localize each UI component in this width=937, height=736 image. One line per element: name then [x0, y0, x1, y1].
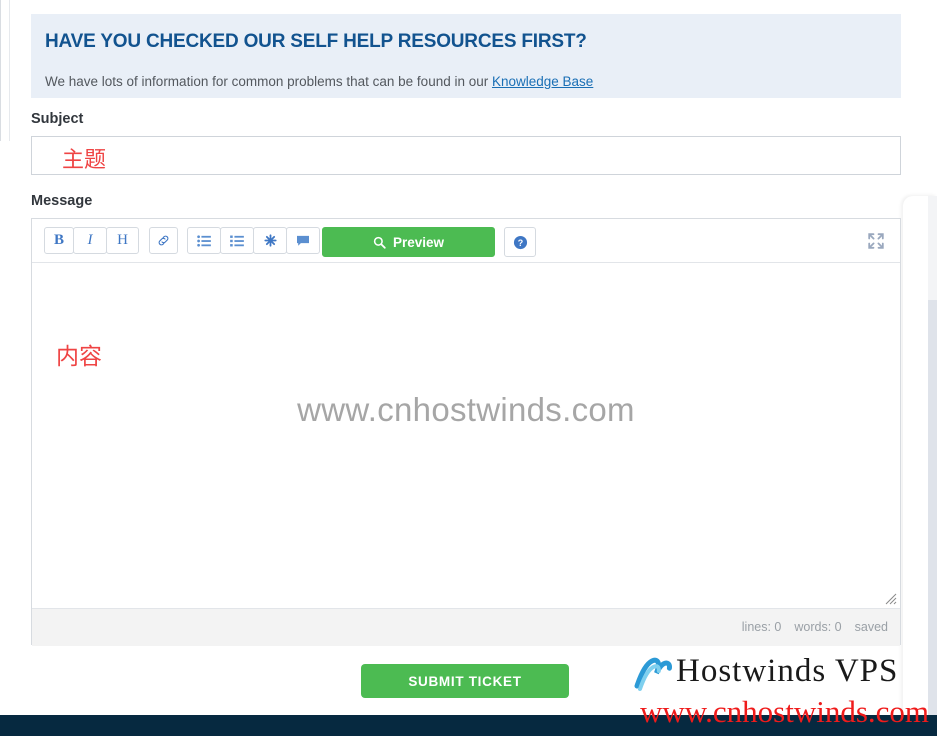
subject-annotation: 主题 — [62, 148, 107, 173]
preview-button[interactable]: Preview — [322, 227, 495, 257]
insert-group — [187, 227, 320, 254]
preview-label: Preview — [392, 234, 445, 250]
ordered-list-icon — [230, 235, 244, 246]
link-button[interactable] — [149, 227, 178, 254]
words-count: words: 0 — [794, 620, 842, 634]
text-style-group: B I H — [44, 227, 139, 254]
italic-button[interactable]: I — [73, 227, 107, 254]
svg-text:?: ? — [517, 237, 522, 247]
subject-input[interactable] — [31, 136, 901, 175]
textarea-resize-handle[interactable] — [884, 592, 897, 605]
banner-title: HAVE YOU CHECKED OUR SELF HELP RESOURCES… — [45, 31, 587, 52]
bold-button[interactable]: B — [44, 227, 74, 254]
subject-label: Subject — [31, 111, 84, 127]
search-icon — [373, 236, 386, 249]
left-panel-edge-inner — [9, 0, 10, 141]
link-group — [149, 227, 178, 254]
submit-ticket-button[interactable]: SUBMIT TICKET — [361, 664, 569, 698]
message-textarea[interactable]: 内容 www.cnhostwinds.com — [32, 263, 900, 608]
help-button[interactable]: ? — [504, 227, 536, 257]
page-footer — [0, 715, 937, 736]
self-help-banner: HAVE YOU CHECKED OUR SELF HELP RESOURCES… — [31, 14, 901, 98]
link-icon — [158, 235, 169, 246]
editor-toolbar: B I H Preview ? — [32, 219, 900, 263]
ordered-list-button[interactable] — [220, 227, 254, 254]
speech-bubble-icon — [297, 235, 309, 246]
fullscreen-button[interactable] — [866, 231, 886, 251]
banner-subtitle-text: We have lots of information for common p… — [45, 74, 492, 89]
question-circle-icon: ? — [513, 235, 527, 249]
heading-button[interactable]: H — [106, 227, 139, 254]
message-annotation: 内容 — [56, 344, 102, 370]
quote-button[interactable] — [286, 227, 320, 254]
message-editor: B I H Preview ? 内容 www.cnhostwinds.com l… — [31, 218, 901, 646]
lines-count: lines: 0 — [741, 620, 782, 634]
left-panel-edge — [0, 0, 1, 141]
fullscreen-expand-icon — [868, 233, 884, 249]
hostwinds-wave-logo — [634, 657, 672, 691]
editor-watermark: www.cnhostwinds.com — [297, 391, 635, 428]
hostwinds-brand: Hostwinds VPS — [676, 653, 899, 689]
banner-subtitle: We have lots of information for common p… — [45, 74, 593, 89]
unordered-list-icon — [197, 234, 211, 247]
unordered-list-button[interactable] — [187, 227, 221, 254]
asterisk-button[interactable] — [253, 227, 287, 254]
asterisk-icon — [263, 234, 277, 247]
scrollbar-track[interactable] — [928, 300, 937, 736]
preview-group: Preview ? — [322, 227, 536, 257]
resize-grip-icon — [885, 593, 897, 605]
editor-statusbar: lines: 0 words: 0 saved — [32, 608, 900, 646]
status-items: lines: 0 words: 0 saved — [742, 620, 888, 634]
knowledge-base-link[interactable]: Knowledge Base — [492, 74, 593, 89]
saved-status: saved — [854, 620, 888, 634]
message-label: Message — [31, 193, 93, 209]
page-root: HAVE YOU CHECKED OUR SELF HELP RESOURCES… — [0, 0, 937, 736]
